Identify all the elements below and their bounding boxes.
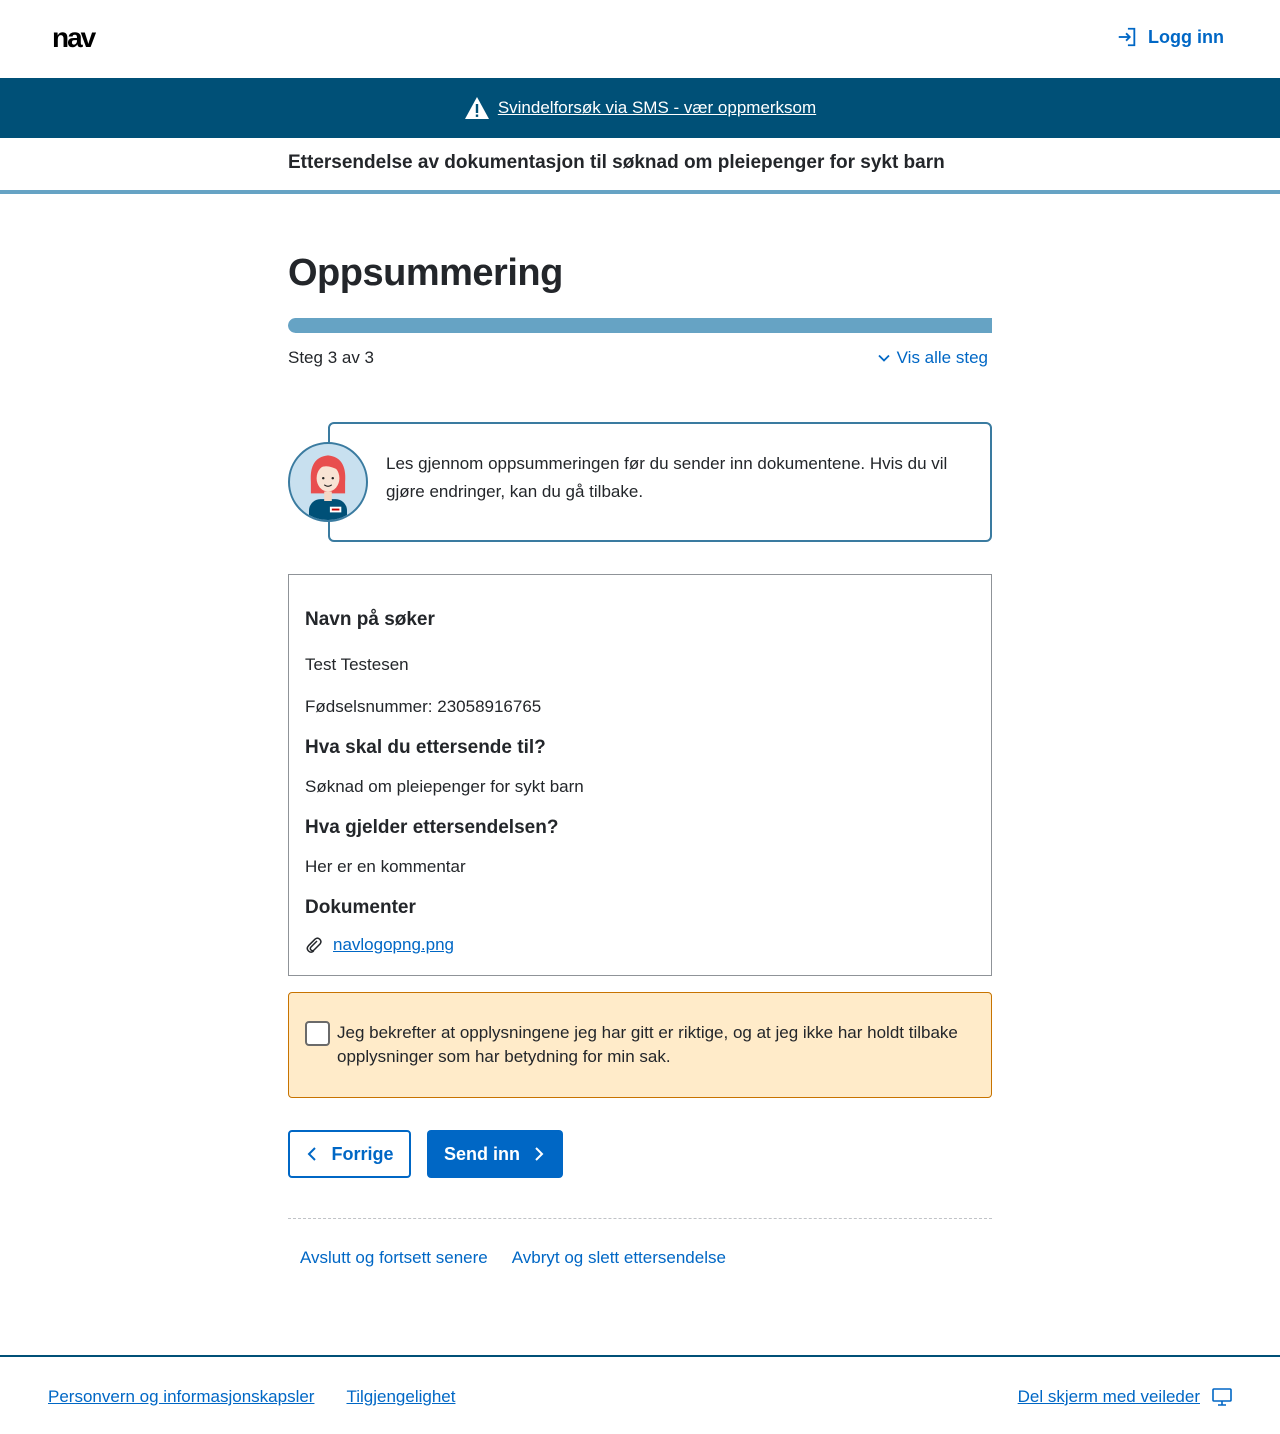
actions-divider bbox=[288, 1218, 992, 1219]
login-link[interactable]: Logg inn bbox=[1116, 26, 1224, 48]
paperclip-icon bbox=[306, 937, 322, 953]
confirmation-panel: Jeg bekrefter at opplysningene jeg har g… bbox=[288, 992, 992, 1098]
site-footer: Personvern og informasjonskapsler Tilgje… bbox=[0, 1355, 1280, 1434]
applicant-id: Fødselsnummer: 23058916765 bbox=[305, 697, 542, 716]
secondary-actions: Avslutt og fortsett senere Avbryt og sle… bbox=[300, 1248, 726, 1268]
save-and-continue-later-link[interactable]: Avslutt og fortsett senere bbox=[300, 1248, 488, 1268]
guide-text: Les gjennom oppsummeringen før du sender… bbox=[386, 454, 948, 501]
svg-text:nav: nav bbox=[52, 26, 97, 52]
progress-fill bbox=[288, 318, 992, 333]
login-label: Logg inn bbox=[1148, 26, 1224, 47]
monitor-icon bbox=[1212, 1388, 1232, 1406]
alert-link[interactable]: Svindelforsøk via SMS - vær oppmerksom bbox=[498, 98, 816, 118]
previous-button[interactable]: Forrige bbox=[288, 1130, 411, 1178]
document-link[interactable]: navlogopng.png bbox=[333, 935, 454, 955]
progress-bar bbox=[288, 318, 992, 333]
advisor-illustration-icon bbox=[309, 455, 347, 520]
guide-panel: Les gjennom oppsummeringen før du sender… bbox=[288, 422, 992, 542]
chevron-down-icon bbox=[878, 354, 890, 362]
documents-heading: Dokumenter bbox=[305, 897, 416, 918]
chevron-left-icon bbox=[308, 1147, 317, 1161]
show-all-steps-button[interactable]: Vis alle steg bbox=[877, 348, 988, 368]
nav-logo[interactable]: nav bbox=[52, 26, 118, 52]
site-header: nav Logg inn bbox=[0, 0, 1280, 78]
page-title: Oppsummering bbox=[288, 252, 563, 294]
confirm-label[interactable]: Jeg bekrefter at opplysningene jeg har g… bbox=[337, 1021, 977, 1069]
footer-links: Personvern og informasjonskapsler Tilgje… bbox=[48, 1387, 455, 1407]
alert-banner: Svindelforsøk via SMS - vær oppmerksom bbox=[0, 78, 1280, 138]
applicant-name: Test Testesen bbox=[305, 655, 409, 674]
share-screen-link[interactable]: Del skjerm med veileder bbox=[1018, 1387, 1200, 1407]
applicant-heading: Navn på søker bbox=[305, 609, 435, 630]
guide-avatar bbox=[288, 442, 368, 522]
warning-icon bbox=[464, 97, 489, 119]
privacy-link[interactable]: Personvern og informasjonskapsler bbox=[48, 1387, 314, 1407]
login-icon bbox=[1118, 27, 1136, 47]
step-indicator: Steg 3 av 3 bbox=[288, 348, 375, 367]
target-value: Søknad om pleiepenger for sykt barn bbox=[305, 777, 584, 796]
document-item: navlogopng.png bbox=[305, 935, 454, 955]
form-title: Ettersendelse av dokumentasjon til søkna… bbox=[288, 152, 945, 173]
accessibility-link[interactable]: Tilgjengelighet bbox=[346, 1387, 455, 1407]
about-value: Her er en kommentar bbox=[305, 857, 466, 876]
guide-box: Les gjennom oppsummeringen før du sender… bbox=[328, 422, 992, 542]
target-heading: Hva skal du ettersende til? bbox=[305, 737, 546, 758]
confirm-checkbox[interactable] bbox=[305, 1021, 330, 1046]
previous-label: Forrige bbox=[331, 1143, 394, 1164]
submit-button[interactable]: Send inn bbox=[427, 1130, 563, 1178]
about-heading: Hva gjelder ettersendelsen? bbox=[305, 817, 559, 838]
form-title-bar: Ettersendelse av dokumentasjon til søkna… bbox=[0, 138, 1280, 194]
show-all-steps-label: Vis alle steg bbox=[896, 348, 988, 367]
share-screen-control: Del skjerm med veileder bbox=[1018, 1387, 1232, 1407]
submit-label: Send inn bbox=[444, 1143, 520, 1164]
chevron-right-icon bbox=[535, 1147, 544, 1161]
summary-card: Navn på søker Test Testesen Fødselsnumme… bbox=[288, 574, 992, 976]
cancel-and-delete-link[interactable]: Avbryt og slett ettersendelse bbox=[512, 1248, 726, 1268]
